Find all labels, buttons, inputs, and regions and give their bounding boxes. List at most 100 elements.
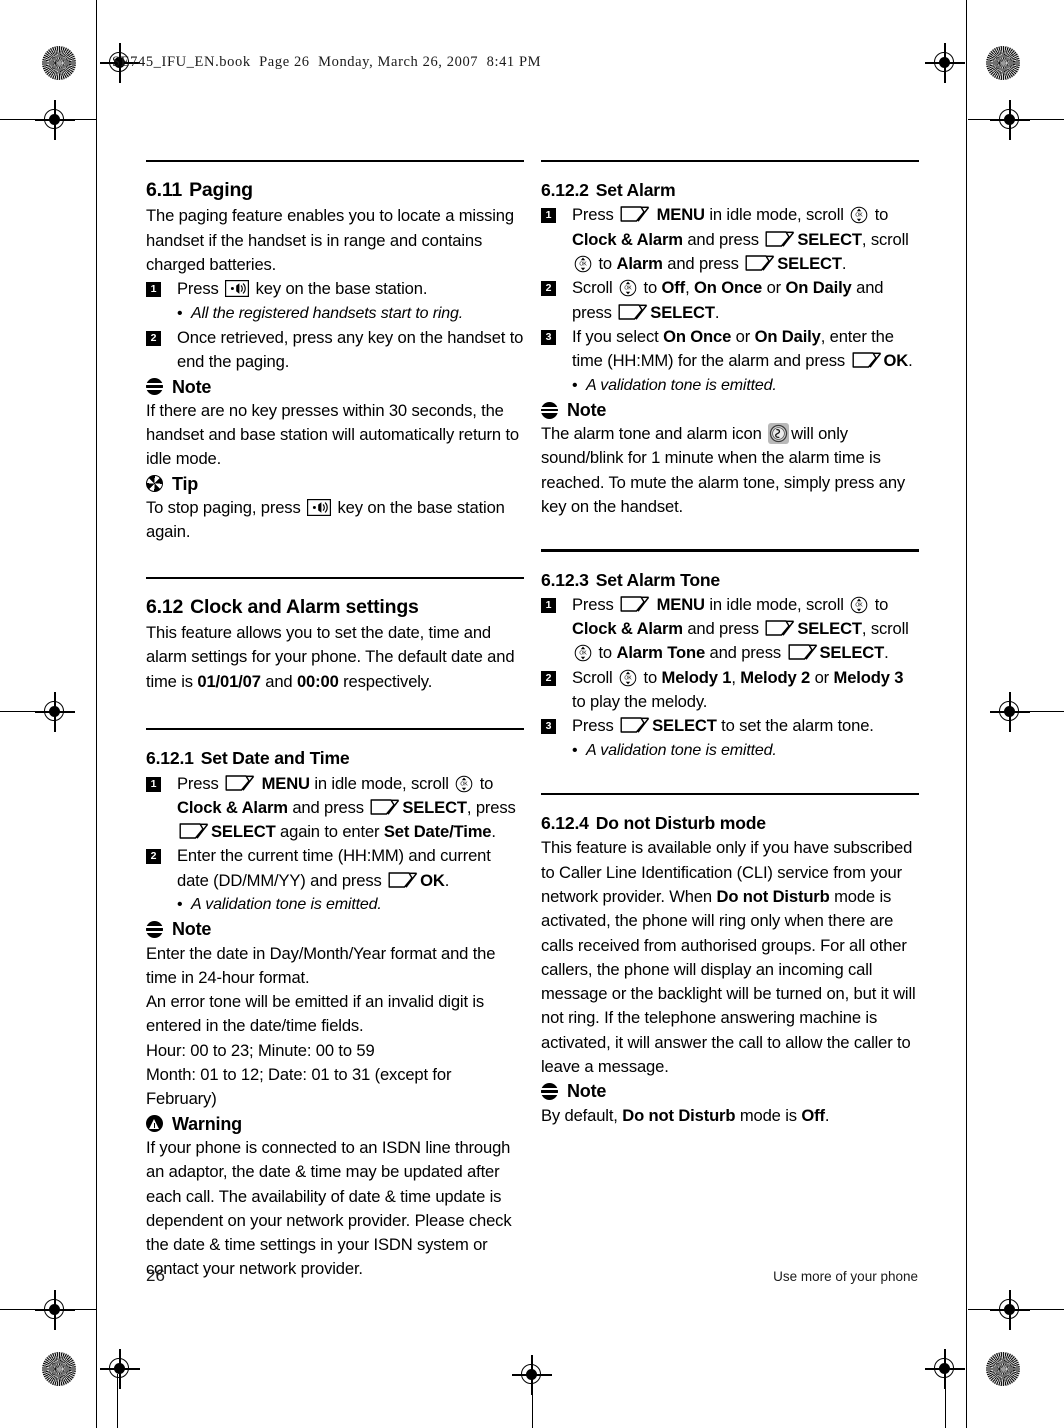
dnd-note-heading: Note <box>541 1079 919 1103</box>
softkey-icon <box>852 352 882 368</box>
sa-s1-t2: in idle mode, scroll <box>709 205 844 225</box>
sd-s1-t6: again to enter <box>280 822 380 842</box>
svg-text:OK: OK <box>624 286 632 292</box>
sd-s1-t2: in idle mode, scroll <box>314 773 449 793</box>
sat-s1-menuitem2: Alarm Tone <box>616 643 706 663</box>
heading-6-12-2: 6.12.2 Set Alarm <box>541 178 919 202</box>
sa-s2-opt3: On Daily <box>785 278 852 298</box>
set-alarm-tone-step-3: 3 Press SELECT to set the alarm tone. <box>541 714 919 738</box>
step-marker-3: 3 <box>541 329 556 345</box>
sat-s2-t3: to play the melody. <box>572 692 708 712</box>
paging-note-heading: Note <box>146 375 524 399</box>
softkey-icon <box>179 823 209 839</box>
sat-s3-t2: to set the alarm tone. <box>721 716 874 736</box>
step-marker-2: 2 <box>146 330 161 346</box>
step-marker-1: 1 <box>146 282 161 298</box>
section-rule-6-12-3 <box>541 549 919 552</box>
set-datetime-warning-text: If your phone is connected to an ISDN li… <box>146 1137 512 1279</box>
heading-6-12-2-title: Set Alarm <box>595 180 676 201</box>
default-date-value: 01/01/07 <box>197 671 261 691</box>
section-rule-top-left <box>146 160 524 163</box>
sat-s1-t2: in idle mode, scroll <box>709 594 844 614</box>
sd-s1-t5: , press <box>466 797 516 817</box>
manual-page: 6.11 Paging The paging feature enables yo… <box>0 0 1064 1428</box>
dnd-note-c: mode is <box>739 1105 797 1125</box>
set-datetime-note-heading: Note <box>146 917 524 941</box>
softkey-icon <box>620 596 650 612</box>
section-rule-6-12 <box>146 576 524 579</box>
svg-text:OK: OK <box>579 651 587 657</box>
sa-s2-opt2: On Once <box>694 278 763 298</box>
sat-s1-t6: to <box>598 643 613 663</box>
paging-tip-heading: Tip <box>146 472 524 496</box>
sa-s3-t1: If you select <box>572 326 659 346</box>
softkey-icon <box>388 871 418 888</box>
set-alarm-step-3: 3 If you select On Once or On Daily, ent… <box>541 325 919 374</box>
sa-s2-opt1: Off <box>661 278 686 298</box>
paging-intro: The paging feature enables you to locate… <box>146 206 514 275</box>
sat-s2-opt2: Melody 2 <box>740 667 811 687</box>
heading-6-12-1: 6.12.1 Set Date and Time <box>146 746 524 770</box>
sa-s3-opt2: On Daily <box>754 326 821 346</box>
left-column: 6.11 Paging The paging feature enables yo… <box>146 160 524 1282</box>
sat-s1-t5: , scroll <box>861 619 909 639</box>
sat-s2-opt1: Melody 1 <box>661 667 732 687</box>
sa-s2-select: SELECT <box>650 302 715 322</box>
sat-s1-t8: . <box>884 643 889 663</box>
dnd-p-c: mode is activated, the phone will ring o… <box>541 886 916 1077</box>
sa-s1-select1: SELECT <box>797 229 862 249</box>
heading-6-12-title: Clock and Alarm settings <box>190 595 419 618</box>
running-head: Use more of your phone <box>773 1269 918 1284</box>
set-datetime-note-line-1: Enter the date in Day/Month/Year format … <box>146 943 496 987</box>
clock-alarm-text-c: respectively. <box>343 671 433 691</box>
section-rule-top-right <box>541 160 919 163</box>
softkey-icon <box>765 620 795 636</box>
svg-text:OK: OK <box>624 675 632 681</box>
section-rule-6-12-1 <box>146 728 524 731</box>
softkey-icon <box>225 774 255 791</box>
step-marker-3: 3 <box>541 719 556 735</box>
softkey-icon <box>788 644 818 661</box>
sat-s2-opt3: Melody 3 <box>833 667 904 687</box>
dnd-description: This feature is available only if you ha… <box>541 836 919 1079</box>
sa-s1-menuitem: Clock & Alarm <box>572 229 683 249</box>
set-datetime-note-line-4: Month: 01 to 12; Date: 01 to 31 (except … <box>146 1065 452 1109</box>
tip-icon <box>146 475 163 493</box>
svg-text:OK: OK <box>856 213 864 219</box>
set-alarm-step-2: 2 Scroll OK to Off, On Once or On Daily … <box>541 276 919 325</box>
sd-s1-menuitem: Clock & Alarm <box>177 797 288 817</box>
set-alarm-bullet: A validation tone is emitted. <box>541 374 919 399</box>
heading-6-11: 6.11 Paging <box>146 178 524 202</box>
dnd-note-text: By default, Do not Disturb mode is Off. <box>541 1104 919 1128</box>
set-alarm-tone-step-1: 1 Press MENU in idle mode, scroll OK to … <box>541 593 919 666</box>
warning-icon <box>146 1115 163 1133</box>
svg-text:OK: OK <box>461 781 469 787</box>
note-label: Note <box>567 399 607 420</box>
section-rule-6-12-4 <box>541 792 919 796</box>
sa-s2-sep1: , <box>685 278 690 298</box>
sa-s1-t6: to <box>598 254 613 274</box>
dnd-p-b: Do not Disturb <box>716 886 830 906</box>
set-datetime-bullet: A validation tone is emitted. <box>146 893 524 918</box>
svg-text:OK: OK <box>856 602 864 608</box>
paging-key-icon <box>225 280 250 298</box>
sa-s1-menu: MENU <box>656 205 705 225</box>
heading-6-12-number: 6.12 <box>146 595 184 618</box>
softkey-icon <box>620 717 650 734</box>
scroll-updown-icon: OK <box>574 644 592 662</box>
tip-label: Tip <box>172 473 199 494</box>
sa-s3-t3: . <box>908 351 913 371</box>
step-marker-2: 2 <box>541 670 556 686</box>
heading-6-12-1-number: 6.12.1 <box>146 748 194 769</box>
clock-alarm-text-b: and <box>265 671 293 691</box>
set-datetime-note-line-3: Hour: 00 to 23; Minute: 00 to 59 <box>146 1040 375 1060</box>
right-column: 6.12.2 Set Alarm 1 Press MENU in idle mod… <box>541 160 919 1128</box>
note-icon <box>146 378 163 396</box>
scroll-updown-icon: OK <box>619 669 637 687</box>
sd-s1-t7: . <box>491 822 496 842</box>
default-time-value: 00:00 <box>296 671 339 691</box>
set-datetime-warning-heading: Warning <box>146 1112 524 1136</box>
note-label: Note <box>172 919 212 940</box>
note-icon <box>541 401 558 419</box>
sa-s1-t1: Press <box>572 205 614 225</box>
